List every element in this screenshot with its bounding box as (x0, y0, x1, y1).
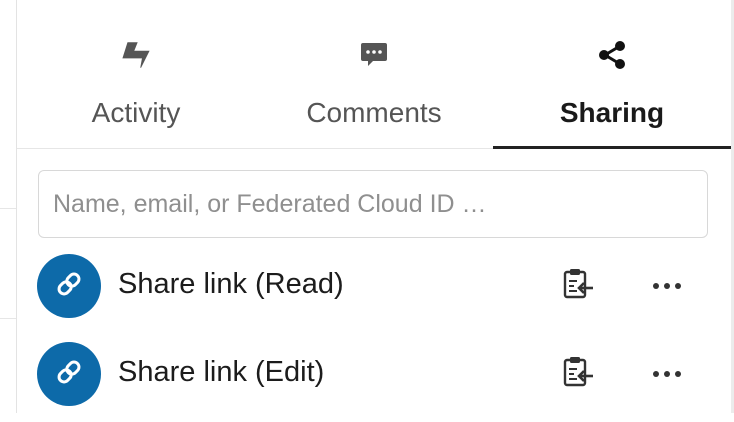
share-actions-menu-button[interactable] (647, 268, 687, 304)
tab-label: Activity (91, 97, 181, 128)
row-divider (0, 318, 16, 319)
row-divider (0, 208, 16, 209)
copy-link-button[interactable] (560, 268, 596, 304)
details-sidebar: Activity Comments Sharing Name, email, o… (16, 0, 734, 413)
tab-label: Sharing (559, 97, 665, 128)
share-icon (595, 38, 629, 72)
share-link-avatar (37, 342, 101, 406)
share-search-field[interactable] (38, 170, 708, 238)
tab-activity[interactable]: Activity (17, 0, 255, 148)
activity-icon (119, 38, 153, 72)
copy-link-button[interactable] (560, 356, 596, 392)
tab-comments[interactable]: Comments (255, 0, 493, 148)
clipboard-icon (561, 267, 595, 306)
sidebar-tabs: Activity Comments Sharing (17, 0, 731, 149)
more-icon (652, 277, 682, 295)
share-link-label: Share link (Edit) (118, 356, 325, 388)
share-search-input[interactable] (39, 171, 707, 237)
more-icon (652, 365, 682, 383)
link-icon (54, 269, 84, 304)
tab-label: Comments (306, 97, 442, 128)
tab-sharing[interactable]: Sharing (493, 0, 731, 149)
share-actions-menu-button[interactable] (647, 356, 687, 392)
active-tab-indicator (493, 146, 731, 149)
share-link-avatar (37, 254, 101, 318)
files-list-edge (0, 0, 16, 413)
share-link-row-read[interactable]: Share link (Read) (17, 254, 731, 334)
share-link-row-edit[interactable]: Share link (Edit) (17, 342, 731, 422)
comment-icon (357, 38, 391, 72)
clipboard-icon (561, 355, 595, 394)
share-link-label: Share link (Read) (118, 268, 344, 300)
link-icon (54, 357, 84, 392)
